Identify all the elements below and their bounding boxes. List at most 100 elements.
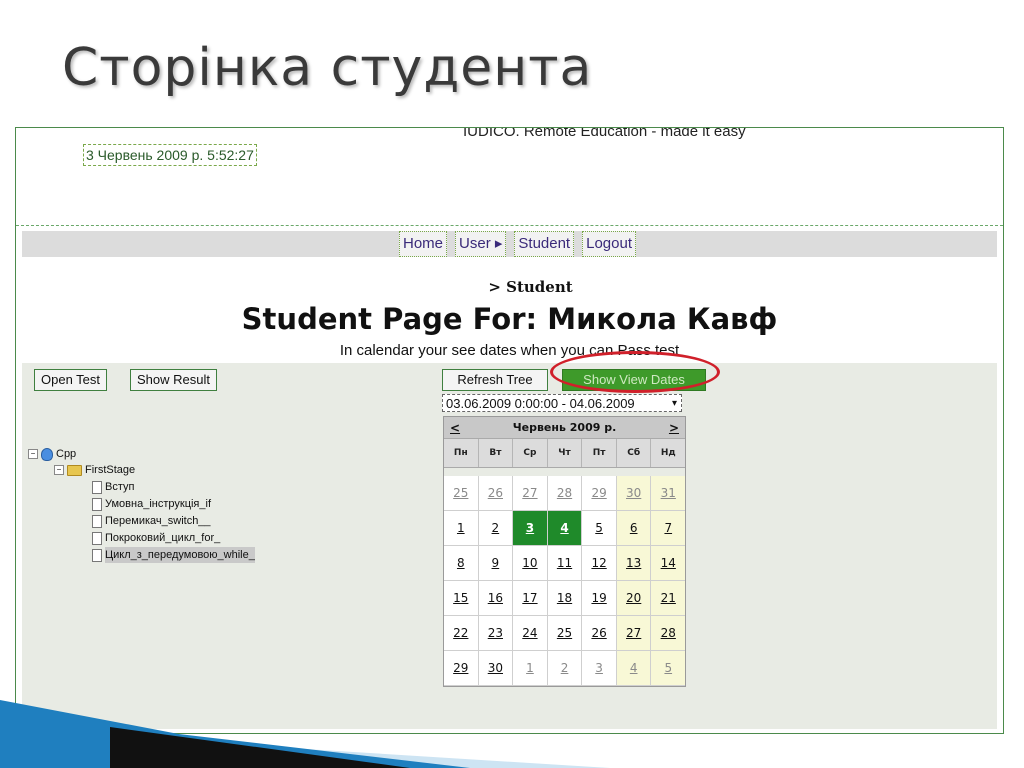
calendar-day[interactable]: 6 [616, 511, 652, 546]
calendar-spacer [444, 468, 685, 476]
calendar-day[interactable]: 26 [478, 476, 514, 511]
calendar-day[interactable]: 18 [547, 581, 583, 616]
tree-node-label: Покроковий_цикл_for_ [105, 532, 221, 544]
tree-node-item[interactable]: Перемикач_switch__ [92, 513, 211, 529]
open-test-button[interactable]: Open Test [34, 369, 108, 391]
calendar-day[interactable]: 16 [478, 581, 514, 616]
nav-bar: Home User ▸ Student Logout [22, 231, 997, 257]
calendar-day[interactable]: 2 [478, 511, 514, 546]
page-heading: Student Page For: Микола Кавф [241, 302, 778, 336]
tree-node-label: Умовна_інструкція_if [105, 498, 212, 510]
refresh-tree-button[interactable]: Refresh Tree [442, 369, 548, 391]
calendar-day[interactable]: 27 [616, 616, 652, 651]
tree-node-label: Cpp [56, 448, 77, 460]
calendar-day[interactable]: 20 [616, 581, 652, 616]
calendar-week: 29 30 1 2 3 4 5 [444, 651, 686, 686]
tree-node-item-selected[interactable]: Цикл_з_передумовою_while_ [92, 547, 255, 563]
calendar-day-selected[interactable]: 3 [513, 511, 548, 546]
nav-home-link[interactable]: Home [399, 231, 448, 257]
nav-user-menu[interactable]: User ▸ [455, 231, 507, 257]
calendar-day[interactable]: 8 [444, 546, 479, 581]
calendar-day[interactable]: 15 [444, 581, 479, 616]
calendar-day[interactable]: 11 [547, 546, 583, 581]
tree-node-item[interactable]: Умовна_інструкція_if [92, 496, 211, 512]
course-icon [41, 447, 53, 461]
header-divider [16, 225, 1003, 226]
page-subheading: In calendar your see dates when you can … [339, 342, 680, 359]
annotation-highlight [550, 351, 720, 393]
calendar-day[interactable]: 1 [444, 511, 479, 546]
calendar-day[interactable]: 28 [547, 476, 583, 511]
tree-node-stage[interactable]: − FirstStage [54, 462, 135, 478]
app-screenshot: IUDICO. Remote Education - made it easy … [15, 127, 1004, 734]
document-icon [92, 497, 102, 511]
calendar-day[interactable]: 14 [651, 546, 686, 581]
document-icon [92, 514, 102, 528]
calendar-week: 15 16 17 18 19 20 21 [444, 581, 686, 616]
calendar-day[interactable]: 4 [616, 651, 652, 686]
calendar-header: < Червень 2009 р. > [444, 417, 685, 439]
calendar-day[interactable]: 12 [582, 546, 617, 581]
calendar-day[interactable]: 7 [651, 511, 686, 546]
weekday-label: Ср [513, 439, 548, 467]
calendar-day[interactable]: 2 [547, 651, 583, 686]
calendar-day[interactable]: 25 [547, 616, 583, 651]
calendar-week: 1 2 3 4 5 6 7 [444, 511, 686, 546]
calendar-day[interactable]: 29 [582, 476, 617, 511]
date-range-select[interactable]: 03.06.2009 0:00:00 - 04.06.2009 0:00:00 … [442, 394, 682, 429]
document-icon [92, 480, 102, 494]
content-panel: Open Test Show Result Refresh Tree Show … [22, 351, 997, 729]
calendar-day[interactable]: 25 [444, 476, 479, 511]
calendar-month-title: Червень 2009 р. [512, 421, 617, 434]
calendar-day[interactable]: 29 [444, 651, 479, 686]
nav-logout-link[interactable]: Logout [582, 231, 636, 257]
weekday-label: Нд [660, 448, 676, 458]
calendar-day[interactable]: 28 [651, 616, 686, 651]
calendar-day[interactable]: 30 [616, 476, 652, 511]
collapse-icon[interactable]: − [28, 449, 38, 459]
weekday-header-row: Пн Вт Ср Чт Пт Сб Нд [444, 439, 685, 468]
tree-node-item[interactable]: Вступ [92, 479, 134, 495]
tree-node-root[interactable]: − Cpp [28, 446, 76, 462]
calendar-week: 22 23 24 25 26 27 28 [444, 616, 686, 651]
calendar-day[interactable]: 31 [651, 476, 686, 511]
calendar-day[interactable]: 19 [582, 581, 617, 616]
show-result-button[interactable]: Show Result [130, 369, 217, 391]
calendar-day[interactable]: 3 [582, 651, 617, 686]
calendar-day[interactable]: 24 [513, 616, 548, 651]
nav-user-label: User [459, 235, 491, 252]
calendar-week: 25 26 27 28 29 30 31 [444, 476, 686, 511]
nav-student-link[interactable]: Student [514, 231, 575, 257]
weekday-label: Чт [548, 439, 583, 467]
dropdown-arrow-icon: ▾ [671, 398, 677, 409]
calendar-week: 8 9 10 11 12 13 14 [444, 546, 686, 581]
calendar-day[interactable]: 30 [478, 651, 514, 686]
tree-node-item[interactable]: Покроковий_цикл_for_ [92, 530, 220, 546]
calendar-day-selected[interactable]: 4 [547, 511, 583, 546]
calendar-day[interactable]: 26 [582, 616, 617, 651]
calendar-day[interactable]: 21 [651, 581, 686, 616]
calendar-day[interactable]: 13 [616, 546, 652, 581]
next-month-link[interactable]: > [669, 421, 679, 435]
calendar-day[interactable]: 10 [513, 546, 548, 581]
calendar-day[interactable]: 5 [651, 651, 686, 686]
tree-node-label: FirstStage [85, 464, 136, 476]
document-icon [92, 548, 102, 562]
document-icon [92, 531, 102, 545]
calendar-day[interactable]: 22 [444, 616, 479, 651]
submenu-arrow-icon: ▸ [494, 235, 503, 252]
calendar-day[interactable]: 23 [478, 616, 514, 651]
folder-icon [67, 464, 82, 476]
tree-node-label: Цикл_з_передумовою_while_ [105, 547, 255, 563]
calendar-day[interactable]: 1 [513, 651, 548, 686]
collapse-icon[interactable]: − [54, 465, 64, 475]
calendar-day[interactable]: 17 [513, 581, 548, 616]
site-tagline: IUDICO. Remote Education - made it easy [463, 127, 746, 140]
calendar-day[interactable]: 5 [582, 511, 617, 546]
calendar-day[interactable]: 9 [478, 546, 514, 581]
calendar-day[interactable]: 27 [513, 476, 548, 511]
nav-menu: Home User ▸ Student Logout [399, 231, 636, 257]
weekday-label: Пн [444, 439, 479, 467]
breadcrumb: > Student [16, 278, 1003, 296]
prev-month-link[interactable]: < [450, 421, 460, 435]
